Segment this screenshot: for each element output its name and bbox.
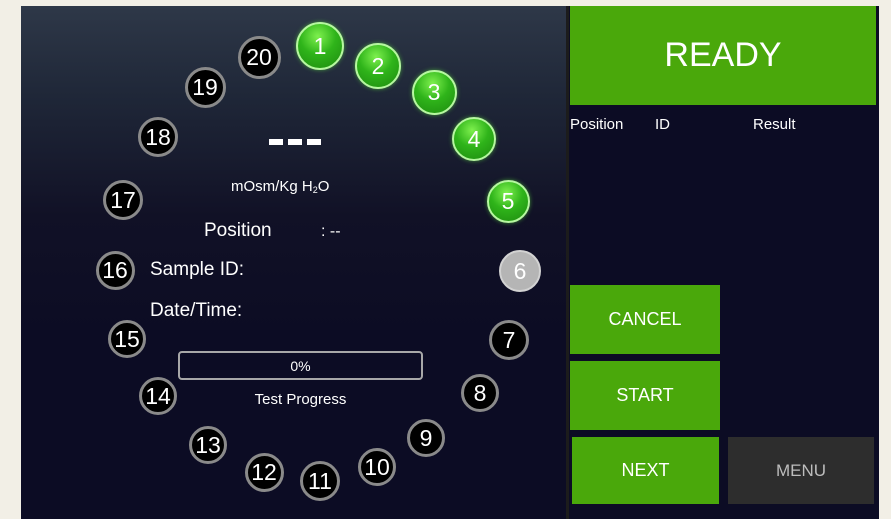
sample-position-14[interactable]: 14: [139, 377, 177, 415]
sample-position-7[interactable]: 7: [489, 320, 529, 360]
datetime-label: Date/Time:: [150, 300, 243, 321]
sample-position-1[interactable]: 1: [296, 22, 344, 70]
results-header-result: Result: [753, 116, 796, 133]
sample-position-4[interactable]: 4: [452, 117, 496, 161]
sample-carousel-panel: 1 2 3 4 5 6 7 8 9 10 11 12 13 14 15 16 17 18 19 20 mOsm/Kg …: [21, 6, 566, 519]
results-header-position: Position: [570, 116, 624, 133]
sample-position-3[interactable]: 3: [411, 69, 457, 115]
position-value: : --: [321, 223, 341, 240]
sample-position-5[interactable]: 5: [486, 179, 530, 223]
next-button[interactable]: NEXT: [572, 437, 719, 504]
sample-position-6[interactable]: 6: [499, 250, 541, 292]
results-header-id: ID: [655, 116, 670, 133]
progress-percent: 0%: [290, 358, 311, 374]
cancel-button[interactable]: CANCEL: [570, 285, 720, 354]
start-button[interactable]: START: [570, 361, 720, 430]
reading-value: [269, 139, 321, 145]
sample-position-20[interactable]: 20: [237, 35, 281, 79]
sample-position-13[interactable]: 13: [189, 426, 227, 464]
sample-position-8[interactable]: 8: [461, 374, 499, 412]
sample-position-10[interactable]: 10: [358, 448, 396, 486]
sample-id-label: Sample ID:: [150, 259, 244, 280]
sample-position-17[interactable]: 17: [103, 180, 143, 220]
panel-divider: [566, 6, 569, 519]
position-label: Position: [204, 220, 272, 241]
sample-position-11[interactable]: 11: [300, 461, 340, 501]
app-frame: 1 2 3 4 5 6 7 8 9 10 11 12 13 14 15 16 17 18 19 20 mOsm/Kg …: [21, 6, 879, 519]
status-banner: READY: [570, 6, 876, 105]
sample-position-2[interactable]: 2: [355, 43, 401, 89]
sample-position-16[interactable]: 16: [95, 250, 135, 290]
sample-position-12[interactable]: 12: [244, 452, 284, 492]
test-progress-bar: 0%: [178, 351, 423, 380]
sample-position-19[interactable]: 19: [184, 66, 226, 108]
sample-position-18[interactable]: 18: [138, 117, 178, 157]
progress-caption: Test Progress: [254, 391, 347, 408]
sample-position-15[interactable]: 15: [108, 320, 146, 358]
menu-button[interactable]: MENU: [728, 437, 874, 504]
sample-position-9[interactable]: 9: [407, 419, 445, 457]
units-label: mOsm/Kg H2O: [231, 178, 330, 195]
